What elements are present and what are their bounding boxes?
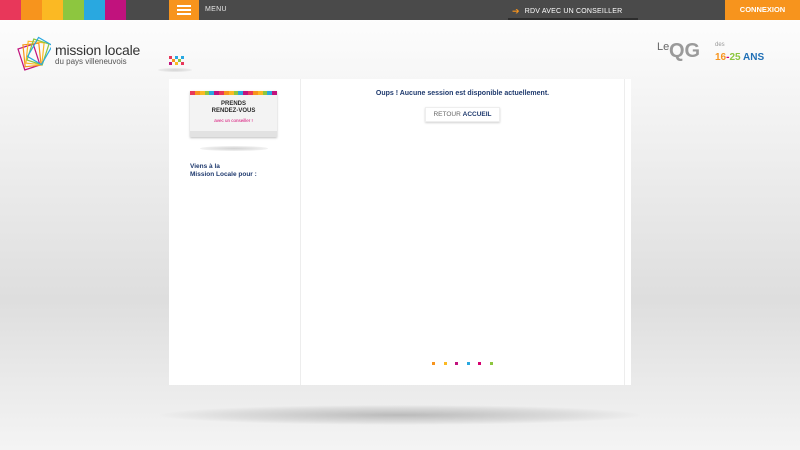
loading-dot xyxy=(466,362,470,365)
color-swatch xyxy=(84,0,105,20)
color-swatch xyxy=(42,0,63,20)
card-line-1: PRENDS xyxy=(220,101,246,107)
card-stripe-segment xyxy=(272,91,278,95)
sidebar-divider xyxy=(300,79,301,385)
loading-dot xyxy=(432,362,435,365)
color-swatch xyxy=(0,0,21,20)
rdv-link-label: RDV AVEC UN CONSEILLER xyxy=(524,8,623,15)
menu-label[interactable]: MENU xyxy=(205,6,227,13)
card-bottom-bar xyxy=(190,131,277,137)
color-swatch xyxy=(105,0,126,20)
loading-dot xyxy=(455,362,458,365)
qg-text: QG xyxy=(669,40,701,62)
sidebar-intro: Viens à la Mission Locale pour : xyxy=(190,163,257,179)
color-swatch xyxy=(63,0,84,20)
sidebar-intro-line-1: Viens à la xyxy=(190,163,220,170)
loading-dot xyxy=(443,362,447,365)
qg-le-text: Le xyxy=(657,41,670,53)
loading-dot xyxy=(489,362,493,365)
card-line-3: avec un conseiller ! xyxy=(214,118,253,123)
retour-label: RETOUR xyxy=(433,111,461,118)
mission-locale-logo-icon[interactable] xyxy=(17,36,51,72)
panel-floor-shadow xyxy=(160,405,640,425)
rdv-conseiller-link[interactable]: ➔ RDV AVEC UN CONSEILLER xyxy=(512,5,622,16)
rdv-underline xyxy=(508,18,638,20)
no-session-message: Oups ! Aucune session est disponible act… xyxy=(375,90,550,97)
qg-age-part: 16 xyxy=(715,52,727,63)
qg-age-part: ANS xyxy=(740,52,765,63)
rendez-vous-card[interactable]: PRENDS RENDEZ-VOUS avec un conseiller ! xyxy=(190,91,278,137)
menu-button[interactable] xyxy=(169,0,199,20)
retour-accueil-button[interactable]: RETOUR ACCUEIL xyxy=(425,107,500,122)
qg-logo[interactable]: Le QG des 16-25 ANS xyxy=(657,40,777,70)
card-shadow xyxy=(200,146,268,151)
arrow-right-icon: ➔ xyxy=(512,6,520,16)
qg-age-part: 25 xyxy=(729,52,741,63)
accueil-label: ACCUEIL xyxy=(462,111,492,118)
hamburger-icon-line xyxy=(177,9,191,11)
panel-right-edge xyxy=(624,79,625,385)
hamburger-icon xyxy=(177,5,191,7)
qg-age-range: 16-25 ANS xyxy=(715,52,764,63)
sidebar-intro-line-2: Mission Locale pour : xyxy=(190,171,257,178)
connexion-button[interactable]: CONNEXION xyxy=(725,0,800,20)
logo-subtitle: du pays villeneuvois xyxy=(55,57,127,66)
ornament-shadow xyxy=(158,68,192,72)
loading-dot xyxy=(478,362,481,365)
logo-title[interactable]: mission locale xyxy=(55,42,140,58)
hamburger-icon-line xyxy=(177,13,191,15)
qg-des-text: des xyxy=(715,42,725,48)
color-swatch xyxy=(21,0,42,20)
card-line-2: RENDEZ-VOUS xyxy=(211,108,256,114)
